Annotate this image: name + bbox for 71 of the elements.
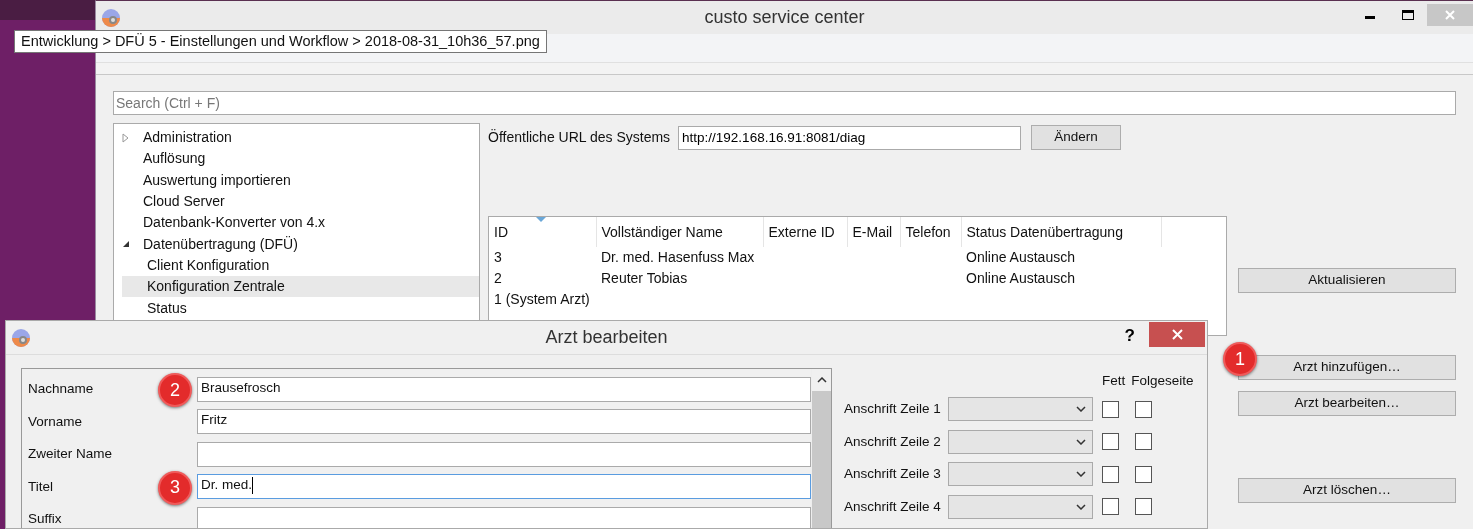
expand-arrow-icon[interactable]	[122, 132, 130, 143]
bold-checkbox[interactable]	[1102, 433, 1119, 451]
table-cell-text: 1 (System Arzt)	[493, 290, 591, 309]
next-page-checkbox[interactable]	[1135, 465, 1152, 483]
text-field[interactable]: Fritz	[197, 409, 811, 435]
field-label: Anschrift Zeile 4	[844, 497, 942, 516]
table-cell: Online Austausch	[961, 247, 1161, 268]
close-button[interactable]	[1149, 322, 1205, 347]
field-label: Vorname	[28, 413, 83, 429]
tree-item[interactable]: Konfiguration Zentrale	[122, 276, 479, 298]
column-header[interactable]: Externe ID	[763, 217, 847, 247]
url-label: Öffentliche URL des Systems	[488, 128, 671, 147]
field-label: Nachname	[28, 381, 94, 397]
tree-item[interactable]: Status	[147, 297, 187, 319]
step-marker: 2	[158, 373, 192, 407]
bold-checkbox[interactable]	[1102, 400, 1119, 418]
text-field[interactable]: Brausefrosch	[197, 376, 811, 402]
window-title: custo service center	[704, 7, 865, 27]
column-header[interactable]: E-Mail	[847, 217, 900, 247]
next-page-checkbox[interactable]	[1135, 400, 1152, 418]
tree-item[interactable]: Cloud Server	[143, 191, 225, 213]
step-marker: 3	[158, 470, 192, 505]
next-page-checkbox[interactable]	[1135, 433, 1152, 451]
url-field[interactable]: http://192.168.16.91:8081/diag	[678, 125, 1022, 150]
bold-checkbox[interactable]	[1102, 465, 1119, 483]
text-field[interactable]: Dr. med.	[197, 474, 811, 500]
text-field[interactable]	[197, 506, 811, 528]
scrollbar[interactable]	[811, 369, 831, 528]
search-field[interactable]: Search (Ctrl + F)	[113, 91, 1456, 115]
column-header[interactable]: Telefon	[900, 217, 961, 247]
table-cell: Dr. med. Hasenfuss Max	[596, 247, 763, 268]
table-cell-text: 2	[493, 269, 503, 288]
field-label: Anschrift Zeile 1	[844, 400, 942, 419]
field-label: Anschrift Zeile 2	[844, 432, 942, 451]
close-icon	[1171, 329, 1183, 340]
tree-item[interactable]: Datenübertragung (DFÜ)	[143, 233, 298, 255]
field-label: Zweiter Name	[28, 446, 113, 462]
text-field[interactable]	[197, 441, 811, 467]
column-header: Folgeseite	[1131, 371, 1194, 390]
column-header[interactable]: Status Datenübertragung	[961, 217, 1161, 247]
column-header[interactable]: ID	[489, 217, 596, 247]
column-header[interactable]: Vollständiger Name	[596, 217, 763, 247]
scroll-up-icon[interactable]	[816, 377, 827, 383]
tree-item[interactable]: Administration	[143, 127, 232, 149]
dialog-title: Arzt bearbeiten	[545, 327, 668, 347]
collapse-arrow-icon[interactable]	[122, 240, 130, 249]
field-label: Titel	[28, 478, 53, 494]
action-button[interactable]: Aktualisieren	[1238, 268, 1456, 293]
next-page-checkbox[interactable]	[1135, 498, 1152, 516]
tree-item[interactable]: Auswertung importieren	[143, 169, 291, 191]
help-button[interactable]: ?	[1110, 322, 1149, 349]
table-cell-text: Online Austausch	[965, 269, 1076, 288]
field-label: Suffix	[28, 511, 62, 527]
maximize-icon	[1402, 10, 1414, 20]
tree-item[interactable]: Auflösung	[143, 148, 206, 170]
tooltip: Entwicklung > DFÜ 5 - Einstellungen und Workflow > 2018-08-31_10h36_57.png	[14, 30, 547, 53]
sort-arrow-icon	[536, 217, 546, 222]
app-icon	[11, 327, 31, 348]
action-button[interactable]: Arzt löschen…	[1238, 478, 1456, 503]
table-cell: 3	[489, 247, 596, 268]
table-cell-text: Reuter Tobias	[600, 269, 689, 288]
close-icon	[1445, 10, 1455, 20]
column-header: Fett	[1102, 371, 1126, 390]
app-icon	[101, 7, 121, 28]
change-button[interactable]: Ändern	[1031, 125, 1122, 150]
action-button[interactable]: Arzt bearbeiten…	[1238, 391, 1456, 416]
bold-checkbox[interactable]	[1102, 498, 1119, 516]
tree-item[interactable]: Client Konfiguration	[147, 254, 270, 276]
tree-item[interactable]: Datenbank-Konverter von 4.x	[143, 212, 326, 234]
step-marker: 1	[1223, 342, 1257, 376]
field-label: Anschrift Zeile 3	[844, 465, 942, 484]
